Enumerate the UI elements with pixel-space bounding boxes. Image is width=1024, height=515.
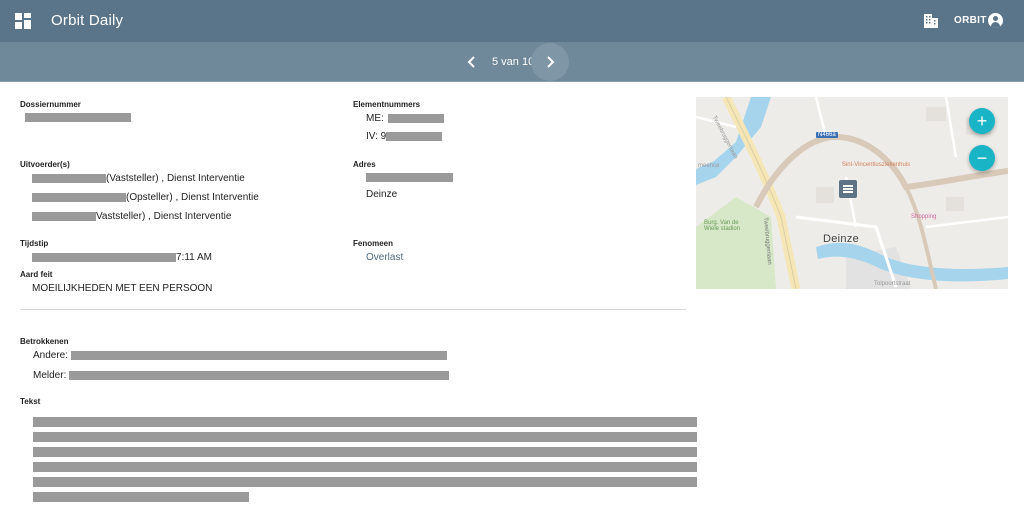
aard-feit-label: Aard feit <box>20 270 53 279</box>
redacted-block <box>33 432 697 442</box>
andere-prefix: Andere: <box>33 350 69 361</box>
app-bar: Orbit Daily ORBIT <box>0 0 1024 42</box>
redacted-block <box>33 477 697 487</box>
uitvoerder-role: (Vaststeller) , Dienst Interventie <box>106 173 245 184</box>
place-label: Shopping <box>911 214 937 220</box>
betrokkene-andere: Andere: <box>33 350 448 361</box>
tekst-body <box>33 417 697 507</box>
redacted-block <box>32 253 176 262</box>
record-pager: 5 van 10 <box>0 42 1024 82</box>
uitvoerders-label: Uitvoerder(s) <box>20 160 70 169</box>
fenomeen-label: Fenomeen <box>353 239 394 248</box>
fenomeen-value[interactable]: Overlast <box>366 252 403 263</box>
section-divider <box>20 309 686 310</box>
me-number: ME: <box>366 113 444 124</box>
street-label: Tolpoortstraat <box>874 281 911 287</box>
tijdstip-label: Tijdstip <box>20 239 49 248</box>
redacted-block <box>387 114 444 123</box>
redacted-block <box>33 462 697 472</box>
uitvoerder-row: (Vaststeller) , Dienst Interventie <box>32 173 245 184</box>
betrokkene-melder: Melder: <box>33 370 450 381</box>
redacted-block <box>32 212 96 221</box>
redacted-block <box>33 447 697 457</box>
redacted-block <box>33 492 249 502</box>
note-marker-icon[interactable] <box>839 180 857 198</box>
zoom-in-button[interactable]: + <box>969 108 995 134</box>
redacted-block <box>366 173 453 182</box>
redacted-block <box>32 174 106 183</box>
melder-prefix: Melder: <box>33 370 67 381</box>
chevron-left-icon[interactable] <box>462 52 482 72</box>
dossiernummer-value <box>25 113 131 122</box>
redacted-block <box>33 417 697 427</box>
building-icon[interactable] <box>924 13 938 28</box>
city-label: Deinze <box>823 233 860 245</box>
uitvoerder-row: (Opsteller) , Dienst Interventie <box>32 192 259 203</box>
uitvoerder-role: (Opsteller) , Dienst Interventie <box>126 192 259 203</box>
redacted-block <box>71 351 448 360</box>
chevron-right-icon[interactable] <box>531 43 569 81</box>
uitvoerder-role: Vaststeller) , Dienst Interventie <box>96 211 232 222</box>
adres-label: Adres <box>353 160 376 169</box>
dossiernummer-label: Dossiernummer <box>20 100 81 109</box>
me-prefix: ME: <box>366 113 384 124</box>
grid-logo-icon[interactable] <box>15 13 31 29</box>
road-number-badge: N466a <box>816 132 838 138</box>
place-label: meence <box>698 163 720 169</box>
elementnummers-label: Elementnummers <box>353 100 421 109</box>
tekst-label: Tekst <box>20 397 41 406</box>
zoom-out-button[interactable]: − <box>969 145 995 171</box>
aard-feit-value: MOEILIJKHEDEN MET EEN PERSOON <box>32 283 213 294</box>
adres-city: Deinze <box>366 189 398 200</box>
pager-label: 5 van 10 <box>492 56 535 68</box>
app-title: Orbit Daily <box>51 12 124 29</box>
betrokkenen-label: Betrokkenen <box>20 337 69 346</box>
org-name[interactable]: ORBIT <box>954 15 987 26</box>
tijdstip-time: 7:11 AM <box>176 252 212 263</box>
account-circle-icon[interactable] <box>988 13 1003 28</box>
place-label: Sint-Vincentiusziekenhuis <box>841 162 911 168</box>
iv-number: IV: 9 <box>366 131 443 142</box>
iv-prefix: IV: 9 <box>366 131 387 142</box>
redacted-block <box>69 371 450 380</box>
place-label: Burg. Van de Wiele stadion <box>704 220 741 232</box>
uitvoerder-row: Vaststeller) , Dienst Interventie <box>32 211 231 222</box>
tijdstip-value: 7:11 AM <box>32 252 212 263</box>
redacted-block <box>32 193 126 202</box>
redacted-block <box>386 132 443 141</box>
redacted-block <box>25 113 131 122</box>
adres-street <box>366 173 453 182</box>
